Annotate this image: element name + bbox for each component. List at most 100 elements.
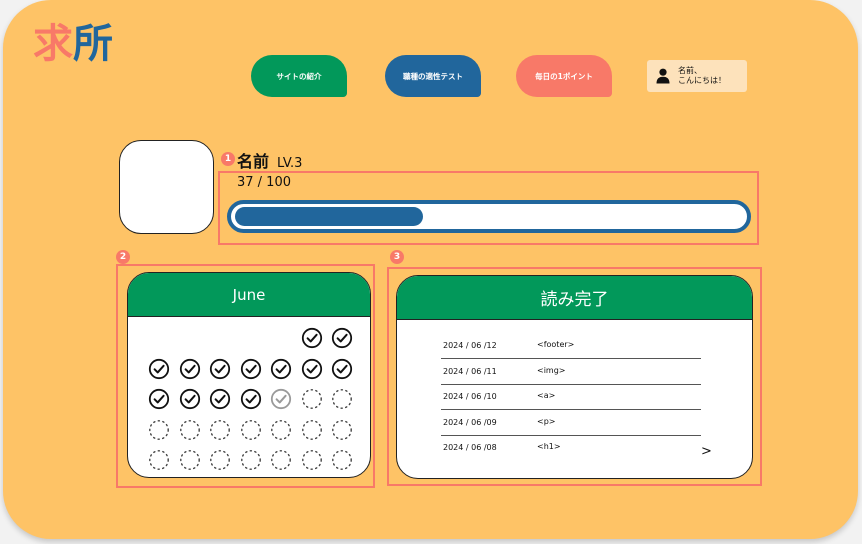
reading-date: 2024 / 06 /09: [443, 417, 497, 427]
calendar-day[interactable]: [327, 415, 358, 446]
check-circle-icon: [332, 328, 353, 349]
check-circle-icon: [271, 358, 292, 379]
check-circle-icon: [240, 358, 261, 379]
calendar-day[interactable]: [297, 354, 328, 385]
dashed-circle-icon: [179, 419, 200, 440]
app-frame: 求 所 サイトの紹介 職種の適性テスト 毎日の1ポイント 名前、 こんにちは！ …: [3, 0, 858, 539]
calendar-day[interactable]: [297, 445, 328, 476]
reading-tag: <a>: [537, 391, 556, 400]
check-circle-icon: [210, 358, 231, 379]
check-circle-icon: [301, 358, 322, 379]
dashed-circle-icon: [240, 419, 261, 440]
reading-row[interactable]: 2024 / 06 /12 <footer>: [441, 335, 701, 359]
calendar-day[interactable]: [327, 354, 358, 385]
dashed-circle-icon: [332, 389, 353, 410]
dashed-circle-icon: [301, 389, 322, 410]
calendar-day[interactable]: [297, 323, 328, 354]
today-check-circle-icon: [271, 389, 292, 410]
calendar-day[interactable]: [236, 415, 267, 446]
calendar-day[interactable]: [205, 415, 236, 446]
calendar-day[interactable]: [205, 445, 236, 476]
more-arrow-button[interactable]: >: [701, 444, 712, 459]
calendar-day[interactable]: [297, 415, 328, 446]
check-circle-icon: [149, 358, 170, 379]
reading-row[interactable]: 2024 / 06 /10 <a>: [441, 386, 701, 410]
calendar-day[interactable]: [266, 354, 297, 385]
check-circle-icon: [240, 389, 261, 410]
check-circle-icon: [179, 389, 200, 410]
dashed-circle-icon: [240, 450, 261, 471]
dashed-circle-icon: [210, 419, 231, 440]
reading-row[interactable]: 2024 / 06 /09 <p>: [441, 412, 701, 436]
calendar-blank: [144, 323, 175, 354]
reading-row[interactable]: 2024 / 06 /08 <h1>: [441, 437, 701, 461]
section-badge-1: 1: [221, 152, 235, 166]
xp-progress-fill: [235, 207, 423, 226]
dashed-circle-icon: [179, 450, 200, 471]
calendar-day[interactable]: [175, 384, 206, 415]
calendar-day[interactable]: [327, 384, 358, 415]
calendar-day[interactable]: [297, 384, 328, 415]
user-greeting-line2: こんにちは！: [678, 76, 726, 85]
dashed-circle-icon: [210, 450, 231, 471]
calendar-day[interactable]: [266, 445, 297, 476]
calendar-day[interactable]: [205, 354, 236, 385]
calendar-card: June: [127, 272, 371, 478]
user-level: LV.3: [277, 156, 303, 171]
dashed-circle-icon: [332, 419, 353, 440]
reading-header: 読み完了: [397, 276, 752, 320]
section-badge-3: 3: [390, 250, 404, 264]
calendar-day[interactable]: [236, 384, 267, 415]
reading-tag: <img>: [537, 365, 566, 375]
reading-title: 読み完了: [540, 290, 609, 310]
nav-site-intro-button[interactable]: サイトの紹介: [251, 55, 347, 97]
reading-card: 読み完了 2024 / 06 /12 <footer> 2024 / 06 /11 <…: [396, 275, 753, 479]
calendar-day[interactable]: [205, 384, 236, 415]
calendar-day[interactable]: [144, 415, 175, 446]
dashed-circle-icon: [271, 450, 292, 471]
calendar-grid: [144, 323, 358, 476]
reading-row[interactable]: 2024 / 06 /11 <img>: [441, 361, 701, 385]
reading-date: 2024 / 06 /10: [443, 392, 497, 401]
person-icon: [656, 68, 670, 84]
calendar-day[interactable]: [236, 445, 267, 476]
calendar-blank: [175, 323, 206, 354]
calendar-blank: [236, 323, 267, 354]
calendar-blank: [205, 323, 236, 354]
check-circle-icon: [210, 389, 231, 410]
reading-tag: <h1>: [537, 442, 561, 451]
user-greeting[interactable]: 名前、 こんにちは！: [647, 60, 747, 92]
logo[interactable]: 求 所: [33, 21, 113, 67]
calendar-month: June: [232, 285, 266, 304]
reading-date: 2024 / 06 /08: [443, 443, 497, 452]
calendar-day[interactable]: [144, 354, 175, 385]
section-badge-2: 2: [116, 250, 130, 264]
calendar-day[interactable]: [327, 323, 358, 354]
nav-aptitude-test-button[interactable]: 職種の適性テスト: [385, 55, 481, 97]
calendar-day[interactable]: [144, 384, 175, 415]
nav-daily-point-button[interactable]: 毎日の1ポイント: [516, 55, 612, 97]
dashed-circle-icon: [301, 450, 322, 471]
calendar-day[interactable]: [175, 445, 206, 476]
xp-progress-bar: [227, 200, 751, 233]
logo-char-1: 求: [33, 21, 73, 67]
dashed-circle-icon: [149, 419, 170, 440]
calendar-blank: [266, 323, 297, 354]
avatar[interactable]: [119, 140, 214, 234]
calendar-day[interactable]: [266, 384, 297, 415]
calendar-day[interactable]: [175, 415, 206, 446]
calendar-day[interactable]: [236, 354, 267, 385]
check-circle-icon: [301, 328, 322, 349]
check-circle-icon: [332, 358, 353, 379]
reading-date: 2024 / 06 /12: [443, 341, 497, 350]
user-name: 名前: [237, 152, 270, 171]
calendar-day[interactable]: [266, 415, 297, 446]
check-circle-icon: [149, 389, 170, 410]
calendar-day[interactable]: [327, 445, 358, 476]
dashed-circle-icon: [301, 419, 322, 440]
dashed-circle-icon: [271, 419, 292, 440]
calendar-day[interactable]: [144, 445, 175, 476]
calendar-header: June: [128, 273, 370, 317]
reading-date: 2024 / 06 /11: [443, 366, 497, 376]
calendar-day[interactable]: [175, 354, 206, 385]
